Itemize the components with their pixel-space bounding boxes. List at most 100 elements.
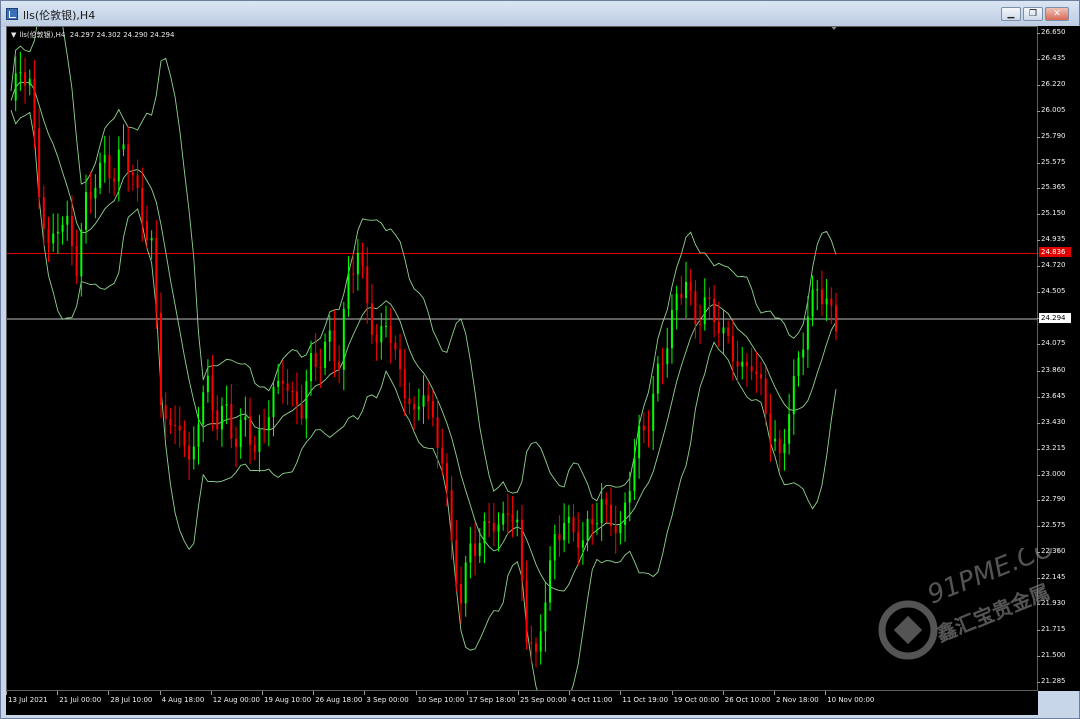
candle-body	[699, 323, 702, 325]
candle-body	[113, 178, 116, 182]
candle	[783, 429, 786, 471]
candle	[169, 408, 172, 434]
candle-body	[80, 229, 83, 277]
candle-body	[399, 349, 402, 370]
candle	[174, 405, 177, 445]
candle-body	[661, 363, 664, 365]
candle	[460, 566, 462, 624]
candle-body	[764, 378, 767, 414]
candle-body	[464, 562, 467, 604]
candle	[427, 382, 430, 420]
candle	[220, 397, 223, 447]
candle-body	[338, 361, 341, 370]
candle-body	[225, 404, 228, 406]
candle	[52, 213, 55, 252]
candle-body	[277, 380, 280, 387]
candle	[305, 369, 308, 439]
candle-body	[122, 144, 125, 150]
candle-body	[291, 390, 294, 392]
candle-body	[347, 273, 350, 309]
candle	[122, 124, 125, 157]
candle	[525, 560, 528, 650]
candle	[192, 426, 195, 470]
candle	[314, 333, 317, 382]
candle	[108, 135, 111, 194]
band-upper-line	[10, 27, 837, 502]
candle-body	[792, 376, 795, 415]
candle-body	[741, 361, 744, 367]
price-tick-label: 25.150	[1037, 209, 1066, 218]
candle	[544, 582, 547, 652]
candle-body	[202, 392, 205, 425]
candle-body	[788, 414, 791, 444]
candle	[253, 435, 256, 461]
candle	[511, 496, 514, 538]
candle-body	[117, 149, 120, 182]
candle-body	[483, 521, 486, 544]
candle	[328, 315, 331, 362]
close-button[interactable]: ✕	[1045, 7, 1069, 21]
candle	[38, 108, 41, 209]
candle-body	[572, 516, 575, 533]
candle-body	[811, 289, 814, 317]
candle-body	[445, 463, 448, 491]
candle	[281, 360, 284, 404]
price-tick-label: 23.215	[1037, 443, 1066, 452]
candle-body	[211, 375, 214, 411]
candle	[661, 347, 664, 385]
candle-body	[239, 420, 242, 447]
candle-body	[469, 543, 472, 563]
candle-body	[42, 197, 45, 230]
candle-body	[614, 526, 617, 534]
candle	[28, 69, 31, 96]
candle-body	[150, 238, 153, 241]
candle-body	[549, 560, 552, 603]
candle-body	[394, 342, 397, 350]
candle	[694, 280, 697, 339]
candle-body	[356, 252, 359, 275]
time-tick-label: 17 Sep 18:00	[466, 691, 516, 704]
time-axis[interactable]: 13 Jul 2021 21 Jul 00:00 28 Jul 10:00 4 Aug…	[6, 691, 1038, 715]
candle-body	[403, 369, 406, 399]
candle-body	[633, 458, 636, 492]
time-tick-label: 13 Jul 2021	[6, 691, 48, 704]
candle-body	[342, 308, 345, 370]
candle	[310, 340, 312, 396]
candle-body	[258, 429, 261, 452]
candle	[319, 348, 322, 389]
window-titlebar[interactable]: lls(伦敦银),H4 ▁ ❐ ✕	[1, 1, 1079, 27]
candle-body	[563, 523, 566, 541]
watermark-logo: 91PME.COM 鑫汇宝贵金属	[878, 548, 1078, 660]
candle-body	[830, 298, 833, 306]
candle-body	[755, 371, 758, 374]
candle-body	[155, 238, 158, 313]
chart-shift-marker-icon[interactable]	[829, 27, 839, 30]
candle	[267, 400, 270, 447]
candle-body	[408, 398, 411, 405]
candle	[647, 410, 650, 448]
chart-symbol-label: lls(伦敦银),H4	[19, 31, 66, 39]
candle-body	[286, 383, 289, 391]
candle-body	[455, 540, 458, 584]
candle	[797, 351, 800, 387]
candle-body	[310, 353, 312, 382]
restore-button[interactable]: ❐	[1023, 7, 1043, 21]
candle	[352, 253, 355, 294]
minimize-button[interactable]: ▁	[1001, 7, 1021, 21]
dropdown-triangle-icon[interactable]: ▼	[11, 31, 16, 39]
price-tick-label: 24.935	[1037, 235, 1066, 244]
candle	[464, 555, 467, 617]
candle-body	[619, 524, 622, 534]
candle-body	[56, 231, 59, 234]
candle-body	[24, 72, 27, 86]
candle	[816, 279, 819, 311]
candle	[455, 519, 458, 592]
candle-body	[319, 367, 322, 369]
candle-body	[295, 391, 298, 405]
candle-body	[197, 424, 200, 447]
candle-body	[577, 532, 580, 548]
candle-body	[835, 305, 837, 332]
candle-body	[361, 252, 364, 267]
candle	[792, 359, 795, 435]
candle-body	[670, 310, 673, 349]
